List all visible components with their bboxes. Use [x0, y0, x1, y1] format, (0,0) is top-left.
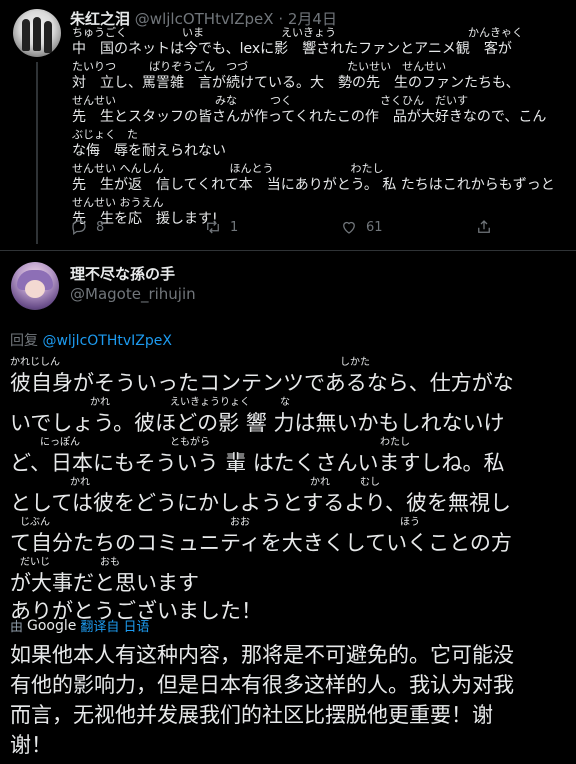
furigana-line: かれじしん しかた [10, 357, 370, 368]
text-line: 先 生が返 信してくれて本 当にありがとう。 私 たちはこれからもずっと [72, 177, 555, 193]
text-line: て自分たちのコミュニティを大きくしていくことの方 [10, 531, 512, 555]
google-logo: Google [27, 617, 77, 634]
furigana-line: だいじ おも [10, 557, 120, 568]
retweet-button[interactable]: 1 [204, 218, 238, 236]
tweet-text: かれじしん しかた 彼自身がそういったコンテンツであるなら、仕方がな かれ えい… [10, 357, 566, 625]
text-line: 対 立し、罵詈雑 言が続けている。大 勢の先 生のファンたちも、 [72, 75, 520, 91]
furigana-line: にっぽん ともがら わたし [10, 437, 410, 448]
reply-to-link[interactable]: @wljlcOTHtvIZpeX [42, 333, 172, 349]
text-line: 中 国のネットは今でも、lexに影 響されたファンとアニメ観 客が [72, 41, 512, 57]
avatar[interactable] [11, 262, 59, 310]
furigana-line: せんせい おうえん [72, 196, 164, 209]
text-line: としては彼をどうにかしようとするより、彼を無視し [10, 491, 512, 515]
thread-line [36, 62, 38, 244]
text-line: いでしょう。彼ほどの影 響 力は無いかもしれないけ [10, 411, 505, 435]
share-icon [478, 220, 490, 233]
translated-line: 谢！ [10, 733, 52, 757]
translation-prefix: 由 [10, 620, 24, 635]
furigana-line: せんせい みな つく さくひん だいす [72, 94, 468, 107]
reply-label: 回复 [10, 333, 38, 349]
tweet-text: ちゅうごく いま えいきょう かんきゃく 中 国のネットは今でも、lexに影 響… [72, 26, 566, 230]
avatar[interactable] [13, 9, 61, 57]
text-line: 先 生とスタッフの皆さんが作ってくれたこの作 品が大好きなので、こん [72, 109, 547, 125]
author-handle[interactable]: @Magote_rihujin [70, 285, 196, 303]
text-line: ど、日本にもそういう 輩 はたくさんいますしね。私 [10, 451, 505, 475]
like-count: 61 [366, 219, 383, 235]
text-line: な侮 辱を耐えられない [72, 143, 226, 159]
translated-line: 如果他本人有这种内容，那将是不可避免的。它可能没 [10, 643, 514, 667]
furigana-line: じぶん おお ほう [10, 517, 420, 528]
translated-line: 有他的影响力，但是日本有很多这样的人。我认为对我 [10, 673, 514, 697]
furigana-line: かれ えいきょうりょく な [10, 397, 290, 408]
reply-count: 8 [96, 219, 105, 235]
furigana-line: かれ かれ むし [10, 477, 380, 488]
furigana-line: ちゅうごく いま えいきょう かんきゃく [72, 26, 523, 39]
translation-attribution: 由 Google 翻译自 日语 [10, 616, 150, 636]
translated-text: 如果他本人有这种内容，那将是不可避免的。它可能没 有他的影响力，但是日本有很多这… [10, 640, 566, 760]
divider [0, 250, 576, 251]
author-name[interactable]: 理不尽な孫の手 [70, 263, 175, 284]
tweet-original[interactable]: 朱红之泪 @wljlcOTHtvIZpeX · 2月4日 ちゅうごく いま えい… [0, 0, 576, 250]
translation-source-link[interactable]: 翻译自 日语 [80, 616, 149, 635]
share-button[interactable] [475, 218, 493, 236]
tweet-actions: 8 1 61 [70, 218, 540, 242]
heart-icon [343, 221, 355, 234]
furigana-line: たいりつ ばりぞうごん つづ たいせい せんせい [72, 60, 447, 73]
translated-line: 而言，无视他并发展我们的社区比摆脱他更重要！谢 [10, 703, 493, 727]
retweet-count: 1 [230, 219, 239, 235]
like-button[interactable]: 61 [340, 218, 383, 236]
retweet-icon [207, 220, 219, 234]
text-line: が大事だと思います [10, 571, 199, 595]
text-line: 彼自身がそういったコンテンツであるなら、仕方がな [10, 371, 514, 395]
furigana-line: せんせい へんしん ほんとう わたし [72, 162, 384, 175]
reply-icon [72, 220, 86, 236]
furigana-line: ぶじょく た [72, 128, 138, 141]
reply-button[interactable]: 8 [70, 218, 104, 236]
replying-to: 回复 @wljlcOTHtvIZpeX [10, 330, 172, 350]
